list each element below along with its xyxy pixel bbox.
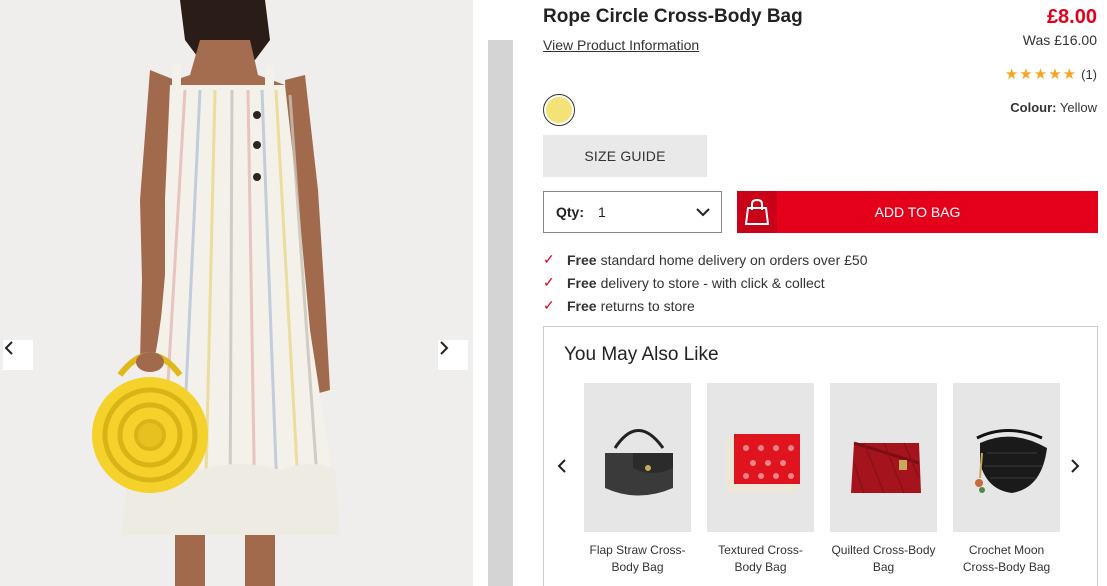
gallery-next-button[interactable]: [438, 340, 468, 370]
product-photo: [0, 0, 473, 586]
quantity-select[interactable]: Qty: 1: [543, 191, 722, 233]
delivery-text: standard home delivery on orders over £5…: [600, 251, 868, 268]
delivery-bold: Free: [567, 251, 597, 268]
colour-indicator: Colour: Yellow: [1010, 100, 1097, 115]
product-image-gallery: [0, 0, 473, 586]
chevron-down-icon: [696, 208, 710, 217]
delivery-info-list: ✓ Free standard home delivery on orders …: [543, 248, 868, 317]
ymal-product-name: Crochet Moon Cross-Body Bag: [962, 543, 1051, 574]
rating[interactable]: ★ ★ ★ ★ ★ (1): [1005, 67, 1097, 82]
ymal-product-card[interactable]: Crochet Moon Cross-Body Bag: [953, 383, 1060, 576]
colour-label: Colour:: [1010, 100, 1057, 115]
delivery-bold: Free: [567, 274, 597, 291]
thumbnail-strip[interactable]: [488, 40, 513, 586]
delivery-item: ✓ Free returns to store: [543, 294, 868, 317]
delivery-item: ✓ Free standard home delivery on orders …: [543, 248, 868, 271]
product-thumbnail: [707, 383, 814, 532]
delivery-text: delivery to store - with click & collect: [600, 274, 825, 291]
view-product-information-link[interactable]: View Product Information: [543, 37, 699, 53]
product-title: Rope Circle Cross-Body Bag: [543, 6, 803, 27]
ymal-prev-button[interactable]: [556, 457, 568, 480]
was-price: Was £16.00: [1022, 32, 1097, 48]
star-icon: ★: [1019, 66, 1033, 83]
gallery-prev-button[interactable]: [3, 340, 33, 370]
ymal-next-button[interactable]: [1069, 457, 1081, 480]
add-to-bag-button[interactable]: ADD TO BAG: [737, 191, 1098, 233]
delivery-item: ✓ Free delivery to store - with click & …: [543, 271, 868, 294]
product-thumbnail: [584, 383, 691, 532]
product-thumbnail: [830, 383, 937, 532]
shopping-bag-icon: [737, 191, 777, 233]
add-to-bag-label: ADD TO BAG: [874, 204, 961, 220]
swatch-fill: [546, 97, 572, 123]
you-may-also-like-panel: You May Also Like Flap Straw Cross-Body …: [543, 326, 1098, 586]
colour-swatch-yellow[interactable]: [543, 94, 575, 126]
ymal-product-name: Quilted Cross-Body Bag: [831, 543, 936, 574]
star-icon: ★: [1062, 66, 1077, 83]
star-icon: ★: [1004, 66, 1019, 83]
ymal-product-card[interactable]: Flap Straw Cross-Body Bag: [584, 383, 691, 576]
product-thumbnail: [953, 383, 1060, 532]
chevron-left-icon: [557, 459, 566, 473]
colour-value: Yellow: [1059, 100, 1097, 115]
chevron-right-icon: [440, 341, 449, 355]
star-icon: ★: [1048, 66, 1062, 83]
check-icon: ✓: [543, 297, 555, 313]
ymal-product-name: Flap Straw Cross-Body Bag: [589, 543, 686, 574]
check-icon: ✓: [543, 251, 555, 267]
check-icon: ✓: [543, 274, 555, 290]
star-icon: ★: [1033, 66, 1048, 83]
qty-value: 1: [598, 204, 606, 220]
ymal-product-card[interactable]: Quilted Cross-Body Bag: [830, 383, 937, 576]
ymal-product-name: Textured Cross-Body Bag: [718, 543, 803, 574]
chevron-left-icon: [4, 341, 13, 355]
chevron-right-icon: [1071, 459, 1080, 473]
qty-label: Qty:: [556, 204, 584, 220]
delivery-text: returns to store: [600, 297, 695, 314]
rating-count: (1): [1081, 67, 1097, 82]
ymal-product-card[interactable]: Textured Cross-Body Bag: [707, 383, 814, 576]
ymal-title: You May Also Like: [564, 344, 719, 365]
size-guide-button[interactable]: SIZE GUIDE: [543, 135, 707, 177]
delivery-bold: Free: [567, 297, 597, 314]
current-price: £8.00: [1046, 6, 1097, 28]
